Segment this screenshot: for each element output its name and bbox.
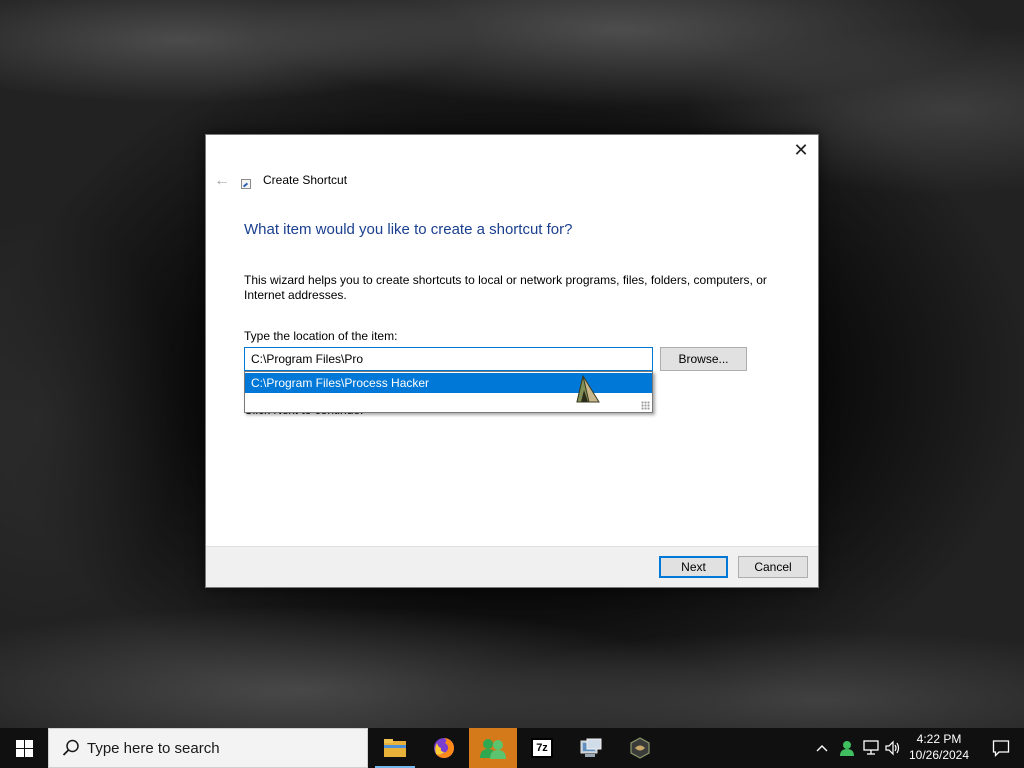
wizard-heading: What item would you like to create a sho… — [244, 221, 573, 238]
clock-date: 10/26/2024 — [908, 748, 970, 762]
chevron-up-icon — [816, 745, 828, 752]
location-input[interactable] — [244, 347, 653, 371]
back-arrow-icon: ← — [214, 172, 230, 189]
action-center-button[interactable] — [978, 728, 1024, 768]
clock-time: 4:22 PM — [916, 732, 962, 746]
taskbar-search-box[interactable]: Type here to search — [48, 728, 368, 768]
wizard-title: Create Shortcut — [263, 173, 348, 187]
shortcut-wizard-icon — [241, 179, 251, 189]
search-icon — [62, 739, 79, 756]
taskbar: Type here to search 7z 4:22 PM 10/26/202… — [0, 728, 1024, 768]
tray-user-app[interactable] — [836, 728, 858, 768]
description-line: Internet addresses. — [244, 288, 347, 302]
file-explorer-icon — [384, 739, 406, 757]
back-button[interactable]: ← — [212, 171, 232, 191]
users-app-icon — [480, 739, 506, 759]
taskbar-users-app[interactable] — [469, 728, 517, 768]
close-button[interactable]: ✕ — [784, 135, 818, 165]
taskbar-firefox[interactable] — [420, 728, 468, 768]
windows-logo-icon — [15, 739, 33, 757]
taskbar-7zip[interactable]: 7z — [518, 728, 566, 768]
mouse-cursor-icon — [576, 374, 600, 403]
7zip-icon: 7z — [531, 738, 553, 758]
user-app-tray-icon — [840, 741, 854, 756]
taskbar-network-app[interactable] — [567, 728, 615, 768]
description-line: This wizard helps you to create shortcut… — [244, 273, 767, 287]
ghidra-icon — [630, 737, 650, 759]
create-shortcut-dialog: ✕ ← Create Shortcut What item would you … — [205, 134, 819, 588]
cancel-button[interactable]: Cancel — [738, 556, 808, 578]
close-icon: ✕ — [793, 139, 809, 160]
firefox-icon — [434, 738, 454, 758]
taskbar-file-explorer[interactable] — [371, 728, 419, 768]
dialog-footer: Next Cancel — [206, 546, 818, 587]
location-label: Type the location of the item: — [244, 329, 398, 343]
start-button[interactable] — [0, 728, 48, 768]
taskbar-ghidra[interactable] — [616, 728, 664, 768]
tray-network[interactable] — [860, 728, 882, 768]
wizard-description: This wizard helps you to create shortcut… — [244, 273, 784, 303]
notification-icon — [992, 740, 1010, 757]
tray-overflow-button[interactable] — [812, 728, 832, 768]
browse-button[interactable]: Browse... — [660, 347, 747, 371]
resize-grip-icon[interactable] — [641, 401, 650, 410]
search-placeholder: Type here to search — [87, 739, 220, 757]
next-button[interactable]: Next — [659, 556, 728, 578]
network-icon — [863, 740, 879, 755]
network-app-icon — [580, 738, 602, 757]
taskbar-clock[interactable]: 4:22 PM 10/26/2024 — [900, 731, 978, 765]
